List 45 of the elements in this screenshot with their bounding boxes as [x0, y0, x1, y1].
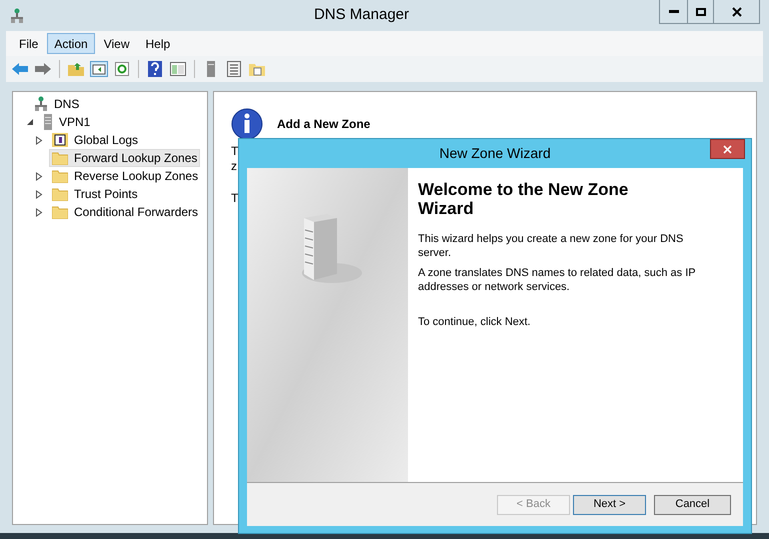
tree-item[interactable]: Forward Lookup Zones: [49, 149, 200, 167]
tree-item[interactable]: Conditional Forwarders: [49, 203, 202, 221]
wizard-text: A zone translates DNS names to related data, such as IP addresses or network services.: [418, 266, 696, 294]
details-heading: Add a New Zone: [277, 116, 370, 133]
menu-item[interactable]: File: [12, 33, 46, 54]
folder-icon: [52, 151, 68, 165]
folder-icon: [52, 205, 68, 219]
menu-item[interactable]: Help: [138, 33, 178, 54]
menu-item[interactable]: Action: [47, 33, 95, 54]
tree-item[interactable]: Global Logs: [49, 131, 142, 149]
server-icon: [43, 114, 53, 130]
details-text: T: [231, 144, 240, 159]
dialog-title: New Zone Wizard: [439, 145, 551, 162]
network-icon: [34, 96, 48, 112]
window-title: DNS Manager: [314, 6, 410, 24]
network-icon: [10, 8, 24, 24]
wizard-button[interactable]: Cancel: [654, 494, 731, 515]
folder-icon: [52, 187, 68, 201]
tree-item[interactable]: VPN1: [40, 113, 94, 131]
collapsed-arrow-icon[interactable]: [35, 172, 43, 180]
collapsed-arrow-icon[interactable]: [35, 208, 43, 216]
list-icon[interactable]: [224, 59, 244, 79]
refresh-icon[interactable]: [112, 59, 132, 79]
log-icon: [52, 133, 68, 147]
wizard-heading: Welcome to the New Zone Wizard: [418, 180, 630, 218]
tree-item[interactable]: Trust Points: [49, 185, 141, 203]
info-icon: [231, 108, 263, 140]
details-text: T: [231, 191, 240, 206]
close-button[interactable]: [710, 139, 745, 159]
details-text: z: [231, 159, 238, 174]
folder-icon: [52, 169, 68, 183]
close-icon: [732, 6, 742, 16]
close-icon: [723, 144, 732, 154]
help-icon[interactable]: [145, 59, 165, 79]
collapsed-arrow-icon[interactable]: [35, 136, 43, 144]
wizard-text: To continue, click Next.: [418, 315, 532, 330]
wizard-text: This wizard helps you create a new zone for your DNS server.: [418, 232, 684, 260]
menu-item[interactable]: View: [96, 33, 136, 54]
expanded-arrow-icon[interactable]: [26, 118, 34, 126]
tree-item[interactable]: Reverse Lookup Zones: [49, 167, 202, 185]
tree-item[interactable]: DNS: [31, 95, 82, 113]
panel-icon[interactable]: [168, 59, 188, 79]
wizard-button[interactable]: Next >: [573, 494, 646, 515]
collapsed-arrow-icon[interactable]: [35, 190, 43, 198]
pane-icon[interactable]: [89, 59, 109, 79]
